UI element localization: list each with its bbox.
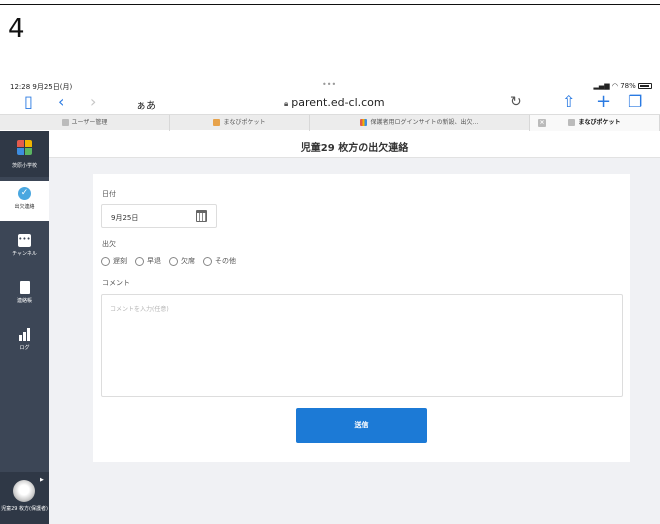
tab-favicon-icon [213,119,221,126]
top-divider [0,4,660,5]
system-indicators: ▂▄▆ ◠ 78% [593,82,652,90]
attendance-label: 出欠 [102,240,116,248]
school-header[interactable]: 茨原小学校 [0,131,49,177]
multitask-dots[interactable]: ••• [322,80,336,89]
signal-icon: ▂▄▆ [593,82,612,90]
bar-chart-icon [18,328,31,341]
school-logo-icon [17,140,32,155]
date-value: 9月25日 [111,214,139,222]
page-header: 児童29 枚方の出欠連絡 [49,131,660,158]
radio-circle-icon [101,256,110,266]
new-tab-icon[interactable]: + [596,93,611,111]
tab-favicon-icon [360,119,368,126]
ipad-screen: 12:28 9月25日(月) ••• ▂▄▆ ◠ 78% ▯ ‹ › ぁあ 🔒︎… [0,80,660,524]
step-number: 4 [8,14,25,44]
battery-icon [638,83,652,89]
app-sidebar: 茨原小学校 ✓ 出欠連絡 ••• チャンネル 連絡帳 ログ ▶ 児童29 枚方(… [0,131,49,524]
submit-button[interactable]: 送信 [296,408,427,443]
school-name: 茨原小学校 [11,163,37,169]
wifi-icon: ◠ [611,82,621,90]
attendance-form: 日付 9月25日 出欠 遅刻 早退 欠席 その他 コメント コメントを入力(任意… [93,174,630,462]
browser-toolbar: ▯ ‹ › ぁあ 🔒︎ parent.ed-cl.com ↻ ⇧ + ❐ [0,92,660,114]
sidebar-item-log[interactable]: ログ [0,322,49,362]
date-picker[interactable]: 9月25日 [101,204,217,228]
radio-other[interactable]: その他 [203,256,236,266]
radio-circle-icon [135,256,144,266]
child-name: 児童29 枚方(保護者) [1,506,48,512]
page-title: 児童29 枚方の出欠連絡 [300,143,409,154]
browser-tab[interactable]: ユーザー管理 [0,115,170,131]
tabs-overview-icon[interactable]: ❐ [628,94,642,110]
check-circle-icon: ✓ [18,187,31,200]
status-time: 12:28 9月25日(月) [10,83,73,91]
url-text: parent.ed-cl.com [291,96,385,109]
attendance-options: 遅刻 早退 欠席 その他 [101,256,236,266]
sidebar-item-channel[interactable]: ••• チャンネル [0,228,49,268]
forward-icon[interactable]: › [90,94,96,110]
radio-early-leave[interactable]: 早退 [135,256,161,266]
radio-absent[interactable]: 欠席 [169,256,195,266]
document-icon [19,281,30,294]
main-content: 児童29 枚方の出欠連絡 日付 9月25日 出欠 遅刻 早退 欠席 その他 コメ… [49,131,660,524]
browser-tab-active[interactable]: × まなびポケット [530,115,660,131]
back-icon[interactable]: ‹ [58,94,64,110]
date-label: 日付 [102,190,116,198]
browser-tab[interactable]: まなびポケット [170,115,310,131]
radio-circle-icon [203,256,212,266]
tab-favicon-icon [568,119,576,126]
tab-favicon-icon [61,119,69,126]
avatar [13,480,35,502]
sidebar-item-attendance[interactable]: ✓ 出欠連絡 [0,181,49,221]
sidebar-item-label: ログ [19,345,30,351]
comment-label: コメント [102,279,130,287]
radio-circle-icon [169,256,178,266]
browser-tab-bar: ユーザー管理 まなびポケット 保護者用ログインサイトの新設、出欠… × まなびポケ… [0,114,660,131]
lock-icon: 🔒︎ [284,99,289,108]
child-switcher[interactable]: ▶ 児童29 枚方(保護者) [0,472,49,524]
battery-percent: 78% [620,82,636,90]
expand-caret-icon: ▶ [40,477,44,483]
calendar-icon[interactable] [196,210,207,222]
comment-placeholder: コメントを入力(任意) [110,306,169,313]
reload-icon[interactable]: ↻ [510,94,522,110]
sidebar-item-notebook[interactable]: 連絡帳 [0,275,49,315]
address-bar[interactable]: 🔒︎ parent.ed-cl.com [284,96,385,109]
sidebar-toggle-icon[interactable]: ▯ [24,94,33,110]
radio-late[interactable]: 遅刻 [101,256,127,266]
comment-textarea[interactable]: コメントを入力(任意) [101,294,623,397]
status-bar: 12:28 9月25日(月) ••• ▂▄▆ ◠ 78% [0,80,660,92]
browser-tab[interactable]: 保護者用ログインサイトの新設、出欠… [310,115,530,131]
sidebar-item-label: 連絡帳 [16,298,32,304]
chat-icon: ••• [18,234,31,247]
close-tab-icon[interactable]: × [538,119,546,127]
reader-options-button[interactable]: ぁあ [136,97,156,112]
sidebar-item-label: チャンネル [12,251,37,257]
sidebar-item-label: 出欠連絡 [14,204,35,210]
share-icon[interactable]: ⇧ [562,94,575,110]
